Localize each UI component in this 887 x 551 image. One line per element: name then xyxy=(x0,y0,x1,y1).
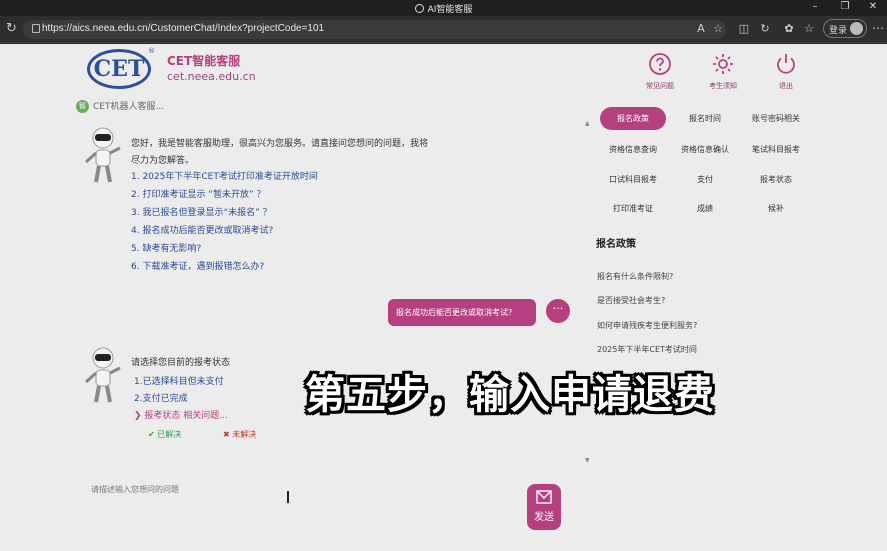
page: CET ® CET智能客服 cet.neea.edu.cn 常见问题 考生须知 … xyxy=(0,44,887,551)
send-icon xyxy=(536,490,552,504)
login-label: 登录 xyxy=(829,26,848,36)
robot-avatar-icon xyxy=(84,127,121,183)
category-tag-active[interactable]: 报名政策 xyxy=(600,107,666,130)
cet-logo: CET xyxy=(87,49,151,89)
bot-status-text: CET机器人客服... xyxy=(93,102,165,112)
category-tag[interactable]: 候补 xyxy=(741,197,811,220)
unresolved-label: 未解决 xyxy=(232,430,257,439)
category-tag[interactable]: 成绩 xyxy=(672,197,738,220)
power-icon xyxy=(777,54,795,74)
faq-button[interactable]: 常见问题 xyxy=(638,52,682,91)
scroll-down-icon[interactable]: ▼ xyxy=(585,457,590,464)
exit-button[interactable]: 退出 xyxy=(764,52,808,91)
check-icon: ✔ xyxy=(148,430,158,439)
category-tag[interactable]: 笔试科目报考 xyxy=(741,138,811,161)
policy-link[interactable]: 报名有什么条件限制? xyxy=(597,271,673,282)
close-icon[interactable]: ✕ xyxy=(866,1,880,12)
exam-notice-button[interactable]: 考生须知 xyxy=(701,52,745,91)
policy-link[interactable]: 2025年下半年CET考试时间 xyxy=(597,344,697,355)
extensions-icon[interactable]: ✿ xyxy=(782,22,796,35)
profile-avatar-icon xyxy=(850,22,863,35)
category-tag[interactable]: 支付 xyxy=(672,168,738,191)
resolved-button[interactable]: ✔ 已解决 xyxy=(148,429,181,440)
category-tag[interactable]: 打印准考证 xyxy=(600,197,666,220)
question-link[interactable]: 4. 报名成功后能否更改或取消考试? xyxy=(131,222,318,240)
url-text[interactable]: https://aics.neea.edu.cn/CustomerChat/In… xyxy=(42,23,324,34)
brand-name: CET智能客服 xyxy=(167,54,241,68)
question-link[interactable]: 5. 缺考有无影响? xyxy=(131,240,318,258)
faq-label: 常见问题 xyxy=(646,82,674,90)
question-link[interactable]: 2. 打印准考证显示 “暂未开放” ？ xyxy=(131,186,318,204)
related-questions-text: 报考状态 相关问题... xyxy=(144,411,228,421)
category-tag[interactable]: 资格信息查询 xyxy=(600,138,666,161)
login-button[interactable]: 登录 xyxy=(823,19,867,38)
exam-notice-label: 考生须知 xyxy=(709,82,737,90)
overlay-caption: 第五步，输入申请退费 xyxy=(305,372,715,418)
policy-link[interactable]: 如何申请残疾考生便利服务? xyxy=(597,320,697,331)
category-tag[interactable]: 报名时间 xyxy=(672,107,738,130)
suggested-questions: 1. 2025年下半年CET考试打印准考证开放时间 2. 打印准考证显示 “暂未… xyxy=(131,168,318,276)
send-label: 发送 xyxy=(534,512,554,523)
send-button[interactable]: 发送 xyxy=(527,484,561,530)
section-title: 报名政策 xyxy=(596,239,636,250)
lock-icon xyxy=(32,24,40,33)
robot-avatar-icon xyxy=(84,347,121,403)
site-domain: cet.neea.edu.cn xyxy=(167,70,256,83)
category-tag[interactable]: 报考状态 xyxy=(741,168,811,191)
restore-icon[interactable]: ❐ xyxy=(838,1,852,12)
category-tag[interactable]: 资格信息确认 xyxy=(672,138,738,161)
bot-reply-prompt: 请选择您目前的报考状态 xyxy=(131,358,231,368)
minimize-icon[interactable]: – xyxy=(808,1,822,12)
policy-link[interactable]: 是否接受社会考生? xyxy=(597,295,665,306)
category-tag[interactable]: 口试科目报考 xyxy=(600,168,666,191)
user-chat-icon: ··· xyxy=(546,299,570,323)
bot-status: 智 CET机器人客服... xyxy=(76,99,164,113)
more-menu-icon[interactable]: ⋯ xyxy=(872,21,884,35)
favorite-star-icon[interactable]: ☆ xyxy=(711,22,725,35)
welcome-line-1: 您好，我是智能客服助理，很高兴为您服务。请直接问您想问的问题，我将 xyxy=(131,139,429,149)
x-icon: ✖ xyxy=(223,430,233,439)
resolved-label: 已解决 xyxy=(157,430,182,439)
question-link[interactable]: 6. 下载准考证，遇到报错怎么办? xyxy=(131,258,318,276)
read-aloud-icon[interactable]: A xyxy=(694,22,708,35)
chevron-right-icon: ❯ xyxy=(134,411,145,421)
reply-option[interactable]: 1.已选择科目但未支付 xyxy=(134,374,224,387)
refresh-page-icon[interactable]: ↻ xyxy=(758,22,772,35)
question-icon xyxy=(649,53,671,75)
reload-icon[interactable]: ↻ xyxy=(6,21,17,36)
gear-icon xyxy=(713,54,733,74)
exit-label: 退出 xyxy=(779,82,793,90)
question-link[interactable]: 3. 我已报名但登录显示“未报名” ？ xyxy=(131,204,318,222)
reply-option[interactable]: 2.支付已完成 xyxy=(134,391,188,404)
related-questions-link[interactable]: ❯ 报考状态 相关问题... xyxy=(134,408,228,421)
message-input[interactable]: 请描述输入您想问的问题 xyxy=(91,484,179,495)
text-cursor xyxy=(287,491,289,503)
split-screen-icon[interactable]: ◫ xyxy=(737,22,751,35)
address-bar: ↻ https://aics.neea.edu.cn/CustomerChat/… xyxy=(0,16,887,43)
scroll-up-icon[interactable]: ▲ xyxy=(585,120,590,127)
window-title: AI智能客服 xyxy=(0,2,887,15)
window-title-text: AI智能客服 xyxy=(427,5,473,15)
user-message-bubble: 报名成功后能否更改或取消考试? xyxy=(388,299,536,326)
url-field[interactable]: https://aics.neea.edu.cn/CustomerChat/In… xyxy=(23,20,726,39)
registered-mark: ® xyxy=(148,47,155,55)
globe-icon xyxy=(414,4,424,13)
bot-status-dot: 智 xyxy=(76,100,89,113)
bot-welcome-message: 您好，我是智能客服助理，很高兴为您服务。请直接问您想问的问题，我将 尽力为您解答… xyxy=(131,136,431,170)
category-tag[interactable]: 账号密码相关 xyxy=(741,107,811,130)
favorites-icon[interactable]: ☆ xyxy=(802,22,816,35)
unresolved-button[interactable]: ✖ 未解决 xyxy=(223,429,256,440)
question-link[interactable]: 1. 2025年下半年CET考试打印准考证开放时间 xyxy=(131,168,318,186)
window-title-bar: AI智能客服 – ❐ ✕ xyxy=(0,0,887,16)
